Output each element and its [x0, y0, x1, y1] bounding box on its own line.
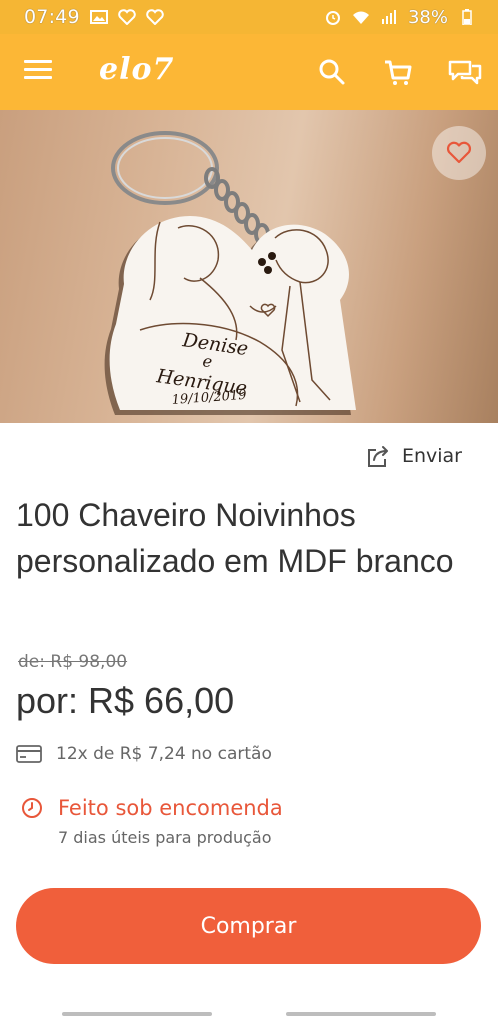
share-button[interactable]: Enviar	[366, 444, 462, 468]
cart-icon[interactable]	[382, 56, 414, 88]
menu-icon[interactable]	[24, 60, 52, 84]
made-to-order-subtitle: 7 dias úteis para produção	[58, 828, 272, 847]
status-time: 07:49	[24, 6, 80, 28]
credit-card-icon	[16, 744, 42, 764]
search-icon[interactable]	[316, 56, 348, 88]
share-label: Enviar	[401, 445, 462, 467]
product-title: 100 Chaveiro Noivinhos personalizado em …	[16, 497, 454, 579]
share-icon	[366, 444, 392, 468]
clock-icon	[20, 796, 44, 820]
favorite-button[interactable]	[432, 126, 486, 180]
buy-button[interactable]: Comprar	[16, 888, 481, 964]
app-logo[interactable]: elo7	[99, 52, 174, 87]
app-bar: elo7	[0, 34, 498, 110]
bottom-strip	[0, 990, 498, 1024]
battery-percentage: 38%	[407, 6, 448, 28]
status-left: 07:49	[24, 6, 164, 28]
heart-notification-icon	[118, 9, 136, 25]
nav-indicator	[62, 1012, 212, 1016]
made-to-order-title: Feito sob encomenda	[58, 796, 283, 820]
old-price: de: R$ 98,00	[18, 652, 128, 672]
status-right: 38%	[324, 7, 476, 28]
battery-icon	[458, 9, 476, 25]
installments-text: 12x de R$ 7,24 no cartão	[56, 744, 272, 764]
alarm-icon	[324, 9, 342, 25]
current-price: por: R$ 66,00	[16, 680, 235, 721]
installments-info: 12x de R$ 7,24 no cartão	[16, 744, 272, 764]
heart-notification-icon	[146, 9, 164, 25]
wifi-icon	[352, 9, 370, 25]
heart-icon	[446, 141, 472, 165]
signal-icon	[380, 9, 398, 25]
status-bar: 07:49 38%	[0, 0, 498, 34]
messages-icon[interactable]	[448, 56, 482, 88]
made-to-order-info: Feito sob encomenda 7 dias úteis para pr…	[20, 796, 283, 847]
gallery-notification-icon	[89, 9, 108, 25]
nav-indicator	[286, 1012, 436, 1016]
product-image[interactable]: Denise e Henrique 19/10/2019	[0, 110, 498, 423]
